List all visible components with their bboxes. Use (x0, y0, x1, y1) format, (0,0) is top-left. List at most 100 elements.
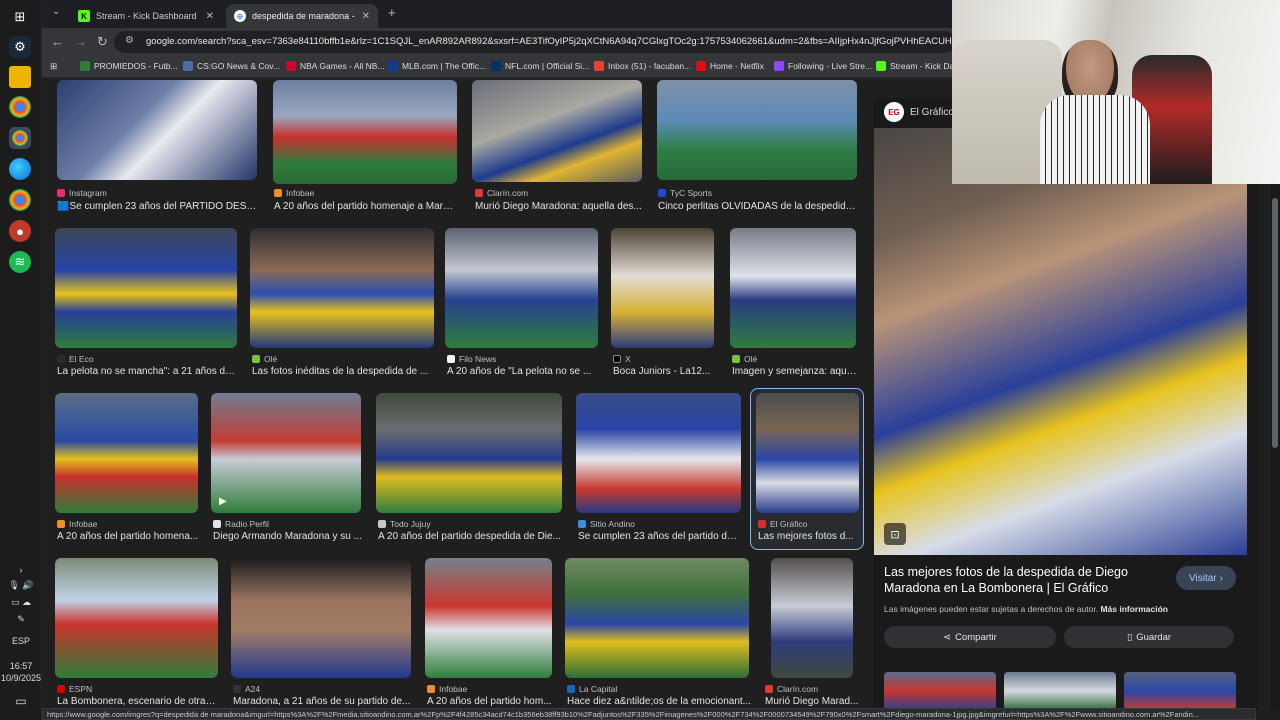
source-label[interactable]: Clarín.com (475, 188, 528, 198)
source-label[interactable]: ESPN (57, 684, 92, 694)
chrome-active-icon[interactable] (9, 127, 31, 149)
source-label[interactable]: Todo Jujuy (378, 519, 431, 529)
result-caption[interactable]: Las mejores fotos d... (758, 531, 858, 542)
visit-button[interactable]: Visitar › (1176, 566, 1236, 590)
clock-time[interactable]: 16:57 (0, 661, 42, 671)
edge-icon[interactable] (9, 158, 31, 180)
page-scrollbar[interactable] (1270, 98, 1280, 710)
new-tab-icon[interactable]: + (388, 5, 396, 20)
result-caption[interactable]: Hace diez a&ntilde;os de la emocionant..… (567, 696, 751, 707)
related-image[interactable] (884, 672, 996, 710)
result-caption[interactable]: La Bombonera, escenario de otras... (57, 696, 217, 707)
panel-source[interactable]: EG El Gráfico (884, 102, 954, 122)
result-caption[interactable]: Se cumplen 23 años del partido de ... (578, 531, 742, 542)
result-image[interactable] (472, 80, 642, 182)
result-caption[interactable]: A 20 años del partido homena... (57, 531, 199, 542)
result-caption[interactable]: Diego Armando Maradona y su ... (213, 531, 363, 542)
source-label[interactable]: Clarín.com (765, 684, 818, 694)
tab-search-icon[interactable]: ⌄ (52, 6, 60, 17)
result-image[interactable] (57, 80, 257, 180)
source-label[interactable]: Sitio Andino (578, 519, 635, 529)
source-label[interactable]: Infobae (57, 519, 97, 529)
result-caption[interactable]: A 20 años del partido homenaje a Mara... (274, 201, 456, 212)
source-label[interactable]: X (613, 354, 631, 364)
related-image[interactable] (1004, 672, 1116, 710)
source-label[interactable]: Infobae (427, 684, 467, 694)
result-caption[interactable]: Boca Juniors - La12... (613, 366, 715, 377)
source-label[interactable]: El Gráfico (758, 519, 807, 529)
obs-icon[interactable]: ● (9, 220, 31, 242)
result-image[interactable] (425, 558, 552, 678)
result-caption[interactable]: A 20 años del partido despedida de Die..… (378, 531, 562, 542)
windows-start-icon[interactable]: ⊞ (9, 6, 31, 28)
save-button[interactable]: ▯ Guardar (1064, 626, 1234, 648)
tab-google-search[interactable]: ⊕ despedida de maradona - Busc ✕ (226, 4, 378, 28)
source-label[interactable]: TyC Sports (658, 188, 712, 198)
reload-icon[interactable]: ↻ (97, 34, 108, 50)
result-image[interactable] (771, 558, 853, 678)
bookmark-mlb[interactable]: MLB.com | The Offic... (388, 61, 486, 71)
notifications-icon[interactable]: ▭ (0, 694, 42, 708)
bookmark-gmail[interactable]: Inbox (51) - facuban... (594, 61, 691, 71)
chrome-profile-icon[interactable] (9, 189, 31, 211)
site-info-icon[interactable]: ⚙ (125, 35, 134, 46)
result-caption[interactable]: Murió Diego Marad... (765, 696, 859, 707)
result-caption[interactable]: A 20 años de "La pelota no se ... (447, 366, 597, 377)
lens-search-icon[interactable]: ⊡ (884, 523, 906, 545)
apps-grid-icon[interactable]: ⊞ (50, 61, 57, 72)
result-image[interactable] (273, 80, 457, 184)
close-tab-icon[interactable]: ✕ (362, 11, 370, 22)
result-image[interactable] (250, 228, 434, 348)
clock-date[interactable]: 10/9/2025 (0, 673, 42, 683)
result-image[interactable] (576, 393, 741, 513)
source-label[interactable]: Olé (732, 354, 757, 364)
source-label[interactable]: A24 (233, 684, 260, 694)
result-image[interactable] (657, 80, 857, 180)
source-label[interactable]: Instagram (57, 188, 107, 198)
chevron-up-icon[interactable]: › (0, 565, 42, 575)
bookmark-kick[interactable]: Stream - Kick Das (876, 61, 959, 71)
result-image[interactable] (565, 558, 749, 678)
bookmark-nfl[interactable]: NFL.com | Official Si... (491, 61, 589, 71)
more-info-link[interactable]: Más información (1100, 604, 1168, 614)
source-label[interactable]: Infobae (274, 188, 314, 198)
spotify-icon[interactable]: ≋ (9, 251, 31, 273)
source-label[interactable]: La Capital (567, 684, 617, 694)
bookmark-netflix[interactable]: Home - Netflix (696, 61, 764, 71)
result-caption[interactable]: Murió Diego Maradona: aquella des... (475, 201, 643, 212)
steam-icon[interactable]: ⚙ (9, 36, 31, 58)
result-caption[interactable]: Maradona, a 21 años de su partido de... (233, 696, 411, 707)
result-caption[interactable]: Cinco perlitas OLVIDADAS de la despedida… (658, 201, 858, 212)
source-label[interactable]: Radio Perfil (213, 519, 269, 529)
file-explorer-icon[interactable] (9, 66, 31, 88)
chrome-icon[interactable] (9, 96, 31, 118)
share-button[interactable]: ⋖ Compartir (884, 626, 1056, 648)
related-image[interactable] (1124, 672, 1236, 710)
result-caption[interactable]: La pelota no se mancha": a 21 años de... (57, 366, 237, 377)
close-tab-icon[interactable]: ✕ (206, 11, 214, 22)
bookmark-csgo[interactable]: CS:GO News & Cov... (183, 61, 280, 71)
result-image[interactable] (730, 228, 856, 348)
preview-image[interactable]: ⊡ (874, 128, 1247, 555)
result-image[interactable] (756, 393, 859, 513)
bookmark-nba[interactable]: NBA Games - All NB... (286, 61, 385, 71)
preview-title[interactable]: Las mejores fotos de la despedida de Die… (884, 564, 1166, 596)
scrollbar-thumb[interactable] (1272, 198, 1278, 448)
source-label[interactable]: El Eco (57, 354, 94, 364)
result-image[interactable] (376, 393, 562, 513)
result-image[interactable] (611, 228, 714, 348)
result-image[interactable] (445, 228, 598, 348)
result-caption[interactable]: A 20 años del partido hom... (427, 696, 553, 707)
result-image[interactable] (55, 393, 198, 513)
result-caption[interactable]: Imagen y semejanza: aque... (732, 366, 858, 377)
network-cloud-icons[interactable]: ▭ ☁ (0, 597, 42, 608)
result-image[interactable] (55, 228, 237, 348)
result-image[interactable] (55, 558, 218, 678)
source-label[interactable]: Olé (252, 354, 277, 364)
back-icon[interactable]: ← (51, 34, 64, 49)
result-caption[interactable]: Las fotos inéditas de la despedida de ..… (252, 366, 434, 377)
source-label[interactable]: Filo News (447, 354, 496, 364)
result-caption[interactable]: 🟦Se cumplen 23 años del PARTIDO DESP... (57, 201, 257, 212)
pen-icon[interactable]: ✎ (0, 614, 42, 625)
tab-kick-dashboard[interactable]: K Stream - Kick Dashboard ✕ (70, 4, 222, 28)
